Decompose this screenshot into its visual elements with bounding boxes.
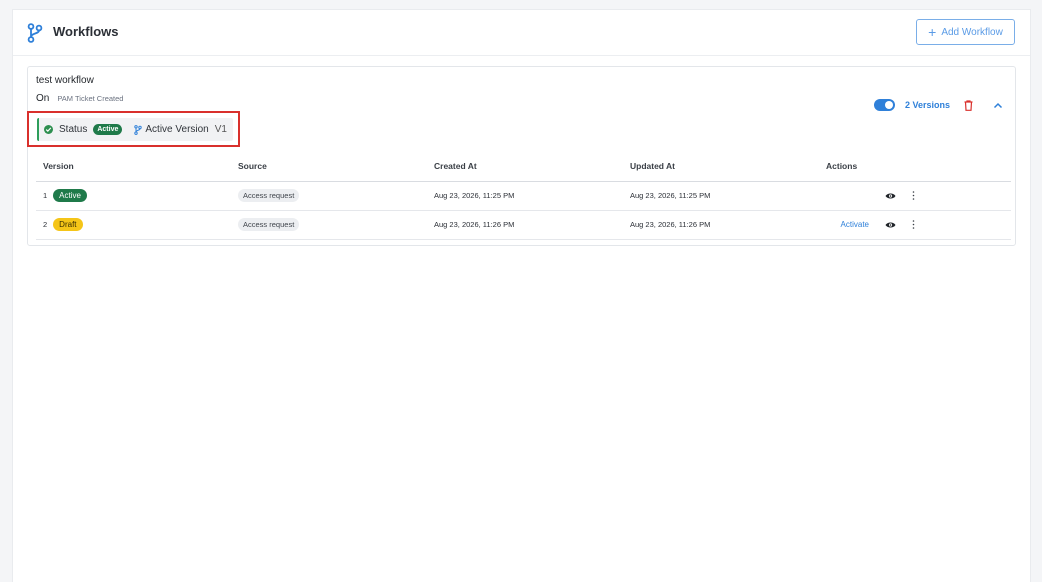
version-number: 1 [43, 191, 48, 200]
check-circle-icon [44, 125, 53, 134]
created-cell: Aug 23, 2026, 11:26 PM [427, 210, 623, 240]
workflow-toggle[interactable] [873, 99, 895, 111]
more-vertical-icon[interactable] [912, 220, 915, 229]
workflow-state-row: On PAM Ticket Created [36, 93, 123, 104]
status-badge: Active [93, 124, 123, 135]
version-cell: 1 Active [36, 181, 231, 211]
actions-cell [819, 181, 1011, 211]
branch-icon [27, 23, 43, 43]
active-version-value: V1 [214, 124, 227, 135]
trash-icon[interactable] [964, 99, 973, 111]
workflow-trigger: PAM Ticket Created [57, 94, 124, 103]
workflow-card: test workflow On PAM Ticket Created Stat… [27, 66, 1016, 246]
chevron-up-icon[interactable] [993, 102, 1003, 109]
col-version: Version [36, 151, 231, 182]
created-cell: Aug 23, 2026, 11:25 PM [427, 181, 623, 211]
add-workflow-label: Add Workflow [941, 26, 1003, 38]
add-workflow-button[interactable]: + Add Workflow [916, 19, 1015, 45]
workflow-state: On [36, 93, 50, 104]
versions-link[interactable]: 2 Versions [905, 100, 950, 110]
status-badge: Draft [53, 218, 83, 231]
updated-cell: Aug 23, 2026, 11:26 PM [623, 210, 819, 240]
page-header: Workflows + Add Workflow [13, 10, 1030, 56]
source-chip: Access request [238, 189, 300, 202]
status-summary: Status Active Active Version V1 [37, 118, 233, 141]
version-cell: 2 Draft [36, 210, 231, 240]
col-created: Created At [427, 151, 623, 182]
source-chip: Access request [238, 218, 300, 231]
workflow-name: test workflow [36, 75, 94, 86]
eye-icon[interactable] [885, 192, 896, 200]
source-cell: Access request [231, 181, 427, 211]
table-row: 2 Draft Access request Aug 23, 2026, 11:… [36, 210, 1011, 240]
table-row: 1 Active Access request Aug 23, 2026, 11… [36, 181, 1011, 211]
actions-cell: Activate [819, 210, 1011, 240]
workflow-controls: 2 Versions [873, 99, 1003, 111]
plus-icon: + [928, 24, 937, 40]
col-actions: Actions [819, 151, 1011, 182]
branch-icon [134, 124, 143, 135]
source-cell: Access request [231, 210, 427, 240]
version-number: 2 [43, 220, 48, 229]
col-source: Source [231, 151, 427, 182]
workflows-panel: Workflows + Add Workflow test workflow O… [12, 9, 1031, 582]
more-vertical-icon[interactable] [912, 191, 915, 200]
eye-icon[interactable] [885, 221, 896, 229]
table-header-row: Version Source Created At Updated At Act… [36, 151, 1011, 182]
status-badge: Active [53, 189, 87, 202]
page-title: Workflows [53, 24, 119, 39]
status-label: Status [59, 124, 88, 135]
updated-cell: Aug 23, 2026, 11:25 PM [623, 181, 819, 211]
status-highlight-box: Status Active Active Version V1 [27, 111, 240, 147]
active-version-label: Active Version [145, 124, 209, 135]
col-updated: Updated At [623, 151, 819, 182]
versions-table: Version Source Created At Updated At Act… [36, 151, 1011, 240]
activate-link[interactable]: Activate [841, 220, 869, 229]
